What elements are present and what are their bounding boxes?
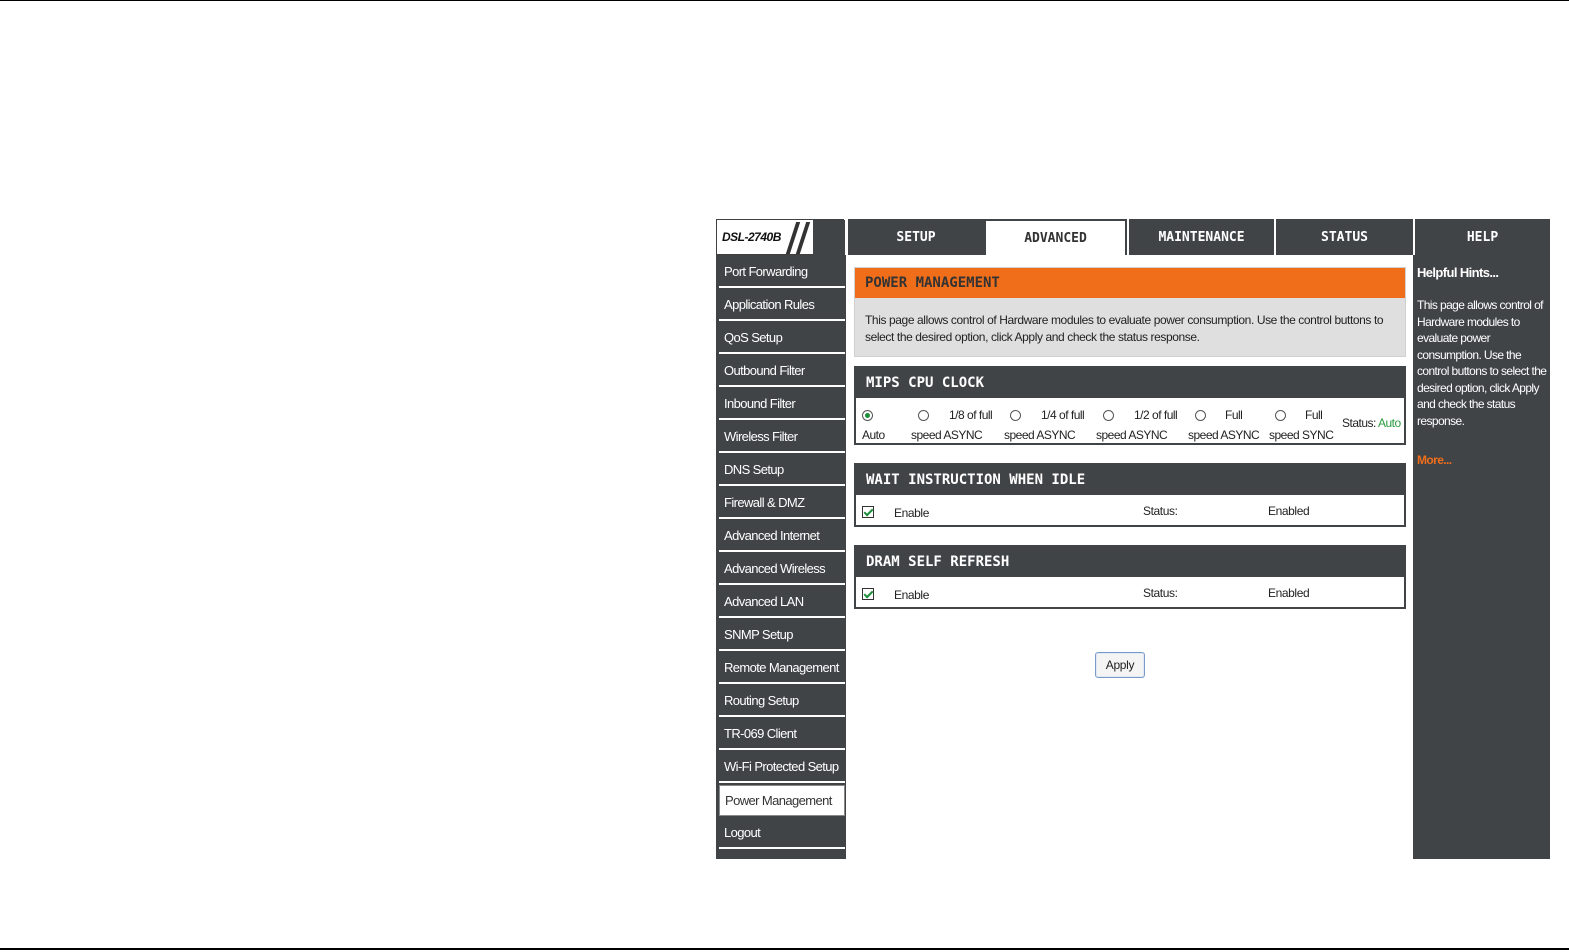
more-link[interactable]: More...	[1417, 453, 1452, 467]
sidebar-item-inbound-filter[interactable]: Inbound Filter	[719, 389, 845, 420]
radio-auto[interactable]	[862, 410, 873, 421]
hints-body: This page allows control of Hardware mod…	[1417, 298, 1547, 428]
option-label-line1: 1/8 of full	[949, 408, 993, 422]
status-value: Auto	[1378, 416, 1401, 430]
enable-checkbox[interactable]	[862, 588, 874, 600]
mips-cpu-clock-section: MIPS CPU CLOCK Auto 1/8 of full speed AS…	[854, 366, 1406, 445]
sidebar-item-routing-setup[interactable]: Routing Setup	[719, 686, 845, 717]
page-description: This page allows control of Hardware mod…	[865, 313, 1384, 344]
hints-title: Helpful Hints...	[1417, 265, 1499, 280]
sidebar-item-wireless-filter[interactable]: Wireless Filter	[719, 422, 845, 453]
sidebar-item-application-rules[interactable]: Application Rules	[719, 290, 845, 321]
model-name: DSL-2740B	[722, 230, 781, 244]
sidebar-item-power-management[interactable]: Power Management	[719, 785, 845, 816]
option-label-line2: speed SYNC	[1269, 428, 1334, 442]
dram-self-refresh-section: DRAM SELF REFRESH Enable Status: Enabled	[854, 545, 1406, 609]
sidebar-item-wifi-protected-setup[interactable]: Wi-Fi Protected Setup	[719, 752, 845, 783]
sidebar-item-qos-setup[interactable]: QoS Setup	[719, 323, 845, 354]
sidebar-item-tr069-client[interactable]: TR-069 Client	[719, 719, 845, 750]
option-label-line1: 1/2 of full	[1134, 408, 1178, 422]
tab-maintenance[interactable]: MAINTENANCE	[1127, 219, 1274, 255]
sidebar-item-firewall-dmz[interactable]: Firewall & DMZ	[719, 488, 845, 519]
status-label: Status:	[1342, 416, 1376, 430]
status-value: Enabled	[1268, 504, 1310, 518]
power-management-panel: POWER MANAGEMENT This page allows contro…	[854, 267, 1406, 357]
sidebar-item-port-forwarding[interactable]: Port Forwarding	[719, 257, 845, 288]
option-label-line2: speed ASYNC	[1096, 428, 1168, 442]
tab-status[interactable]: STATUS	[1274, 219, 1413, 255]
sidebar-item-logout[interactable]: Logout	[719, 818, 845, 849]
status-label: Status:	[1143, 504, 1178, 518]
section-title: MIPS CPU CLOCK	[856, 368, 1404, 398]
top-rule	[0, 0, 1569, 1]
sidebar-item-advanced-lan[interactable]: Advanced LAN	[719, 587, 845, 618]
main-content: POWER MANAGEMENT This page allows contro…	[846, 255, 1413, 859]
option-label-auto: Auto	[862, 428, 885, 442]
radio-quarter-speed-async[interactable]	[1010, 410, 1021, 421]
logo-dark-block	[813, 220, 845, 256]
enable-label: Enable	[894, 506, 929, 520]
option-label-line1: Full	[1225, 408, 1243, 422]
option-label-line2: speed ASYNC	[1188, 428, 1260, 442]
sidebar-item-dns-setup[interactable]: DNS Setup	[719, 455, 845, 486]
radio-half-speed-async[interactable]	[1103, 410, 1114, 421]
sidebar-item-remote-management[interactable]: Remote Management	[719, 653, 845, 684]
wait-instruction-section: WAIT INSTRUCTION WHEN IDLE Enable Status…	[854, 463, 1406, 527]
sidebar-item-advanced-wireless[interactable]: Advanced Wireless	[719, 554, 845, 585]
radio-full-speed-sync[interactable]	[1275, 410, 1286, 421]
option-label-line1: Full	[1305, 408, 1323, 422]
section-title: DRAM SELF REFRESH	[856, 547, 1404, 577]
option-label-line2: speed ASYNC	[911, 428, 983, 442]
status-label: Status:	[1143, 586, 1178, 600]
option-label-line1: 1/4 of full	[1041, 408, 1085, 422]
tab-help[interactable]: HELP	[1413, 219, 1550, 255]
radio-eighth-speed-async[interactable]	[918, 410, 929, 421]
tab-setup[interactable]: SETUP	[846, 219, 984, 255]
enable-label: Enable	[894, 588, 929, 602]
bottom-rule	[0, 948, 1569, 950]
sidebar-item-advanced-internet[interactable]: Advanced Internet	[719, 521, 845, 552]
helpful-hints-panel: Helpful Hints... This page allows contro…	[1413, 255, 1550, 859]
apply-button[interactable]: Apply	[1095, 652, 1145, 678]
tab-advanced[interactable]: ADVANCED	[984, 219, 1127, 255]
sidebar: Port Forwarding Application Rules QoS Se…	[716, 255, 846, 859]
sidebar-item-snmp-setup[interactable]: SNMP Setup	[719, 620, 845, 651]
radio-full-speed-async[interactable]	[1195, 410, 1206, 421]
router-admin-window: DSL-2740B SETUP ADVANCED MAINTENANCE STA…	[716, 219, 1550, 859]
enable-checkbox[interactable]	[862, 506, 874, 518]
status-value: Enabled	[1268, 586, 1310, 600]
brand-logo: DSL-2740B	[716, 219, 845, 256]
sidebar-item-outbound-filter[interactable]: Outbound Filter	[719, 356, 845, 387]
option-label-line2: speed ASYNC	[1004, 428, 1076, 442]
section-title: WAIT INSTRUCTION WHEN IDLE	[856, 465, 1404, 495]
page-title: POWER MANAGEMENT	[855, 268, 1405, 298]
